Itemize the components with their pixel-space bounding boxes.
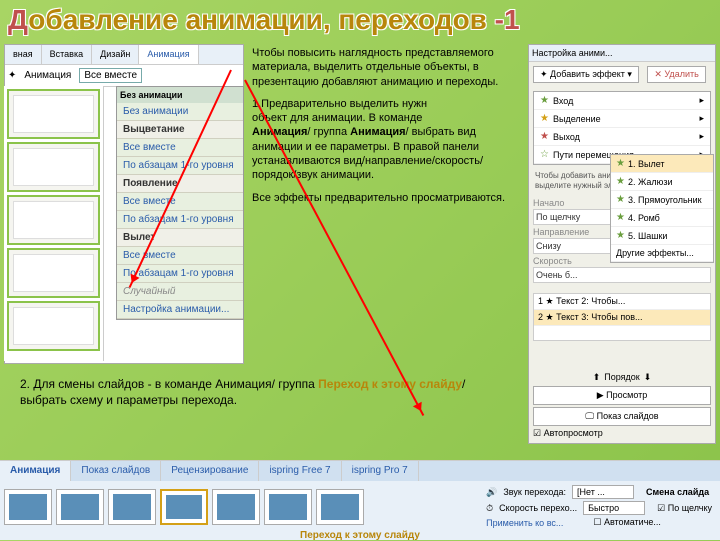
applyall-link[interactable]: Применить ко вс... <box>486 518 563 528</box>
ribbon: ✦ Анимация Все вместе <box>5 65 243 87</box>
animation-combo[interactable]: Все вместе <box>79 68 142 83</box>
ribbon-label: Анимация <box>24 70 71 81</box>
pane-footer: ⬆Порядок⬇ ▶ Просмотр 🖵 Показ слайдов ☑ А… <box>529 368 715 443</box>
menu-entrance[interactable]: ★Вход ▸ <box>534 92 710 110</box>
transition-settings: 🔊Звук перехода:[Нет ...Смена слайда ⏱Ско… <box>486 485 716 528</box>
body-text: Чтобы повысить наглядность представляемо… <box>252 46 512 213</box>
transition-thumb[interactable] <box>264 489 312 525</box>
trans-speed-dropdown[interactable]: Быстро <box>583 501 645 515</box>
submenu-blinds[interactable]: ★2. Жалюзи <box>611 173 713 191</box>
effects-list: 1 ★ Текст 2: Чтобы... 2 ★ Текст 3: Чтобы… <box>533 293 711 341</box>
dropdown-item[interactable]: Без анимации <box>117 103 243 121</box>
transitions-ribbon: Анимация Показ слайдов Рецензирование is… <box>0 460 720 540</box>
thumb[interactable] <box>7 195 100 245</box>
star-icon: ✦ <box>8 70 16 81</box>
slide-thumbnails <box>4 86 104 361</box>
br-tab-anim[interactable]: Анимация <box>0 461 71 481</box>
dropdown-group: Вылет <box>117 229 243 247</box>
dropdown-item[interactable]: Все вместе <box>117 139 243 157</box>
speed-icon: ⏱ <box>486 503 493 514</box>
tab-design[interactable]: Дизайн <box>92 45 139 64</box>
autoview-checkbox[interactable]: ☑ Автопросмотр <box>533 428 711 439</box>
pane-title: Настройка аними... <box>529 45 715 62</box>
br-tab-v2[interactable]: ispring Pro 7 <box>342 461 419 481</box>
tab-home[interactable]: вная <box>5 45 42 64</box>
br-tab-show[interactable]: Показ слайдов <box>71 461 161 481</box>
speed-dropdown[interactable]: Очень б... <box>533 267 711 283</box>
submenu-checker[interactable]: ★5. Шашки <box>611 227 713 245</box>
play-button[interactable]: ▶ Просмотр <box>533 386 711 405</box>
animation-pane: Настройка аними... ✦ Добавить эффект ▾ ✕… <box>528 44 716 444</box>
dropdown-item-settings[interactable]: Настройка анимации... <box>117 301 243 319</box>
auto-check[interactable]: ☐ Автоматиче... <box>593 517 661 528</box>
sound-dropdown[interactable]: [Нет ... <box>572 485 634 499</box>
transition-thumb[interactable] <box>4 489 52 525</box>
tab-animation[interactable]: Анимация <box>139 45 198 64</box>
list-item[interactable]: 2 ★ Текст 3: Чтобы пов... <box>534 310 710 326</box>
delete-button[interactable]: ✕ Удалить <box>647 66 705 83</box>
submenu-more[interactable]: Другие эффекты... <box>611 245 713 262</box>
slideshow-button[interactable]: 🖵 Показ слайдов <box>533 407 711 426</box>
submenu-diamond[interactable]: ★4. Ромб <box>611 209 713 227</box>
dropdown-header: Без анимации <box>117 87 243 103</box>
add-effect-button[interactable]: ✦ Добавить эффект ▾ <box>533 66 639 83</box>
transition-thumb[interactable] <box>108 489 156 525</box>
submenu-fly[interactable]: ★1. Вылет <box>611 155 713 173</box>
tab-insert[interactable]: Вставка <box>42 45 92 64</box>
bottom-body-text: 2. Для смены слайдов - в команде Анимаци… <box>20 376 500 408</box>
submenu-rect[interactable]: ★3. Прямоугольник <box>611 191 713 209</box>
transition-thumb[interactable] <box>160 489 208 525</box>
dropdown-group: Выцветание <box>117 121 243 139</box>
menu-emphasis[interactable]: ★Выделение ▸ <box>534 110 710 128</box>
tab-row: вная Вставка Дизайн Анимация <box>5 45 243 65</box>
onclick-check[interactable]: ☑ По щелчку <box>657 503 712 514</box>
effect-type-menu: ★Вход ▸ ★Выделение ▸ ★Выход ▸ ☆Пути пере… <box>533 91 711 165</box>
dropdown-item[interactable]: Все вместе <box>117 193 243 211</box>
transition-thumb[interactable] <box>212 489 260 525</box>
transition-thumb[interactable] <box>56 489 104 525</box>
list-item[interactable]: 1 ★ Текст 2: Чтобы... <box>534 294 710 310</box>
dropdown-item[interactable]: Все вместе <box>117 247 243 265</box>
thumb[interactable] <box>7 248 100 298</box>
thumb[interactable] <box>7 301 100 351</box>
effect-submenu: ★1. Вылет ★2. Жалюзи ★3. Прямоугольник ★… <box>610 154 714 263</box>
br-tab-v1[interactable]: ispring Free 7 <box>259 461 341 481</box>
slide-title: Добавление анимации, переходов -1 <box>0 0 720 41</box>
sound-icon: 🔊 <box>486 487 497 498</box>
dropdown-item[interactable]: По абзацам 1-го уровня <box>117 157 243 175</box>
transition-thumb[interactable] <box>316 489 364 525</box>
menu-exit[interactable]: ★Выход ▸ <box>534 128 710 146</box>
ribbon-group-label: Переход к этому слайду <box>0 530 720 541</box>
thumb[interactable] <box>7 89 100 139</box>
br-tab-review[interactable]: Рецензирование <box>161 461 259 481</box>
dropdown-item[interactable]: По абзацам 1-го уровня <box>117 211 243 229</box>
thumb[interactable] <box>7 142 100 192</box>
